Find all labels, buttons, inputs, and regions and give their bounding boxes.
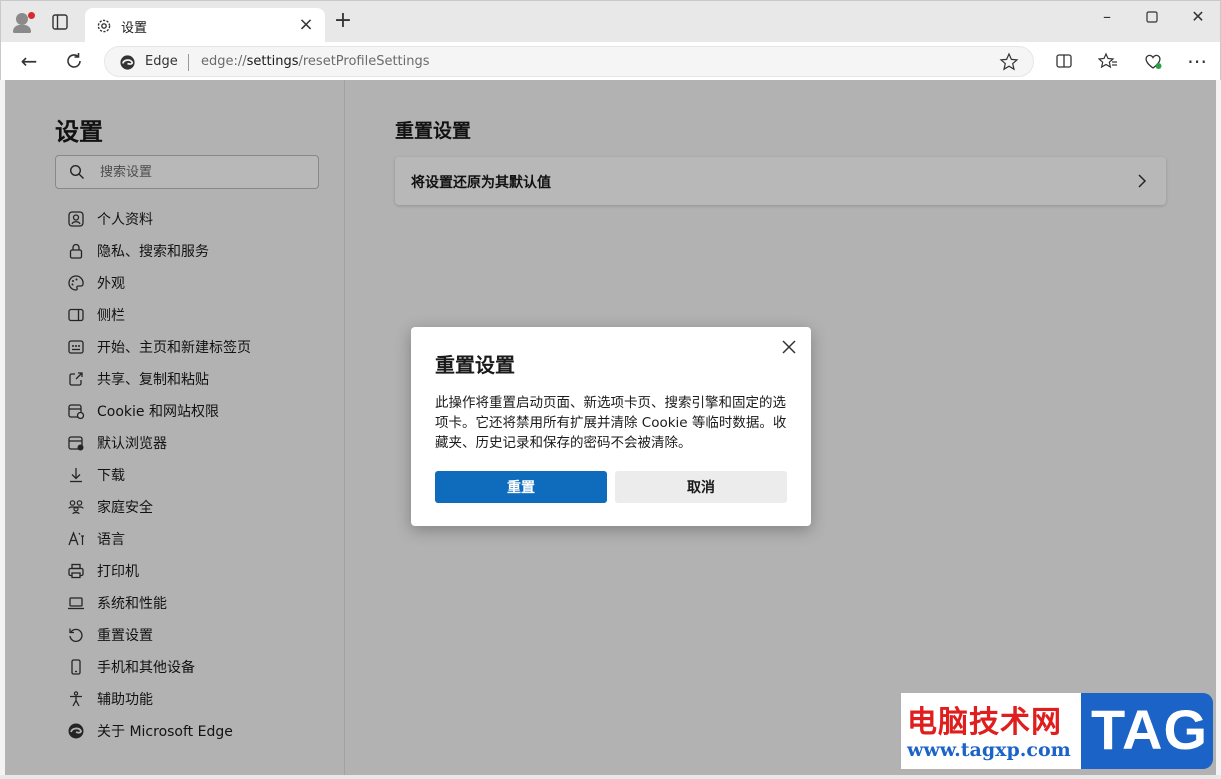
tab-actions-icon[interactable]	[51, 13, 69, 31]
new-tab-icon[interactable]: +	[333, 10, 353, 32]
watermark: 电脑技术网 www.tagxp.com TAG	[901, 693, 1213, 769]
watermark-logo: TAG	[1081, 693, 1213, 769]
watermark-url: www.tagxp.com	[907, 739, 1071, 761]
browser-essentials-icon[interactable]	[1143, 51, 1163, 71]
favorites-icon[interactable]	[1098, 51, 1118, 71]
close-icon[interactable]	[779, 337, 799, 357]
favorite-star-icon[interactable]	[999, 52, 1019, 72]
back-arrow-icon[interactable]: ←	[17, 49, 41, 73]
address-bar[interactable]: Edge edge://settings/resetProfileSetting…	[104, 46, 1034, 77]
site-label: Edge	[145, 54, 178, 69]
reset-settings-dialog: 重置设置 此操作将重置启动页面、新选项卡页、搜索引擎和固定的选项卡。它还将禁用所…	[411, 327, 811, 526]
tab-settings[interactable]: 设置 ×	[85, 8, 325, 43]
tab-title: 设置	[121, 21, 148, 36]
url-text: edge://settings/resetProfileSettings	[201, 54, 430, 69]
title-bar: 设置 × + – ✕	[0, 0, 1221, 43]
dialog-title: 重置设置	[435, 353, 515, 377]
maximize-icon[interactable]	[1137, 7, 1167, 27]
more-options-icon[interactable]: ⋯	[1185, 49, 1209, 73]
watermark-text-panel: 电脑技术网 www.tagxp.com	[901, 693, 1081, 769]
close-tab-icon[interactable]: ×	[297, 16, 315, 34]
reset-button[interactable]: 重置	[435, 471, 607, 503]
cancel-button[interactable]: 取消	[615, 471, 787, 503]
edge-logo-icon	[120, 55, 135, 70]
refresh-icon[interactable]	[62, 49, 86, 73]
window-bottom-frame	[0, 775, 1221, 779]
address-separator	[188, 54, 189, 71]
minimize-icon[interactable]: –	[1092, 7, 1122, 27]
gear-icon	[97, 19, 111, 33]
split-screen-icon[interactable]	[1054, 51, 1074, 71]
dialog-message: 此操作将重置启动页面、新选项卡页、搜索引擎和固定的选项卡。它还将禁用所有扩展并清…	[435, 395, 787, 451]
profile-avatar-icon[interactable]	[11, 10, 35, 34]
window-close-icon[interactable]: ✕	[1183, 7, 1213, 27]
watermark-tag-text: TAG	[1091, 698, 1209, 761]
watermark-site-name: 电脑技术网	[907, 705, 1062, 740]
toolbar: ← Edge edge://settings/resetProfileSetti…	[0, 42, 1221, 80]
